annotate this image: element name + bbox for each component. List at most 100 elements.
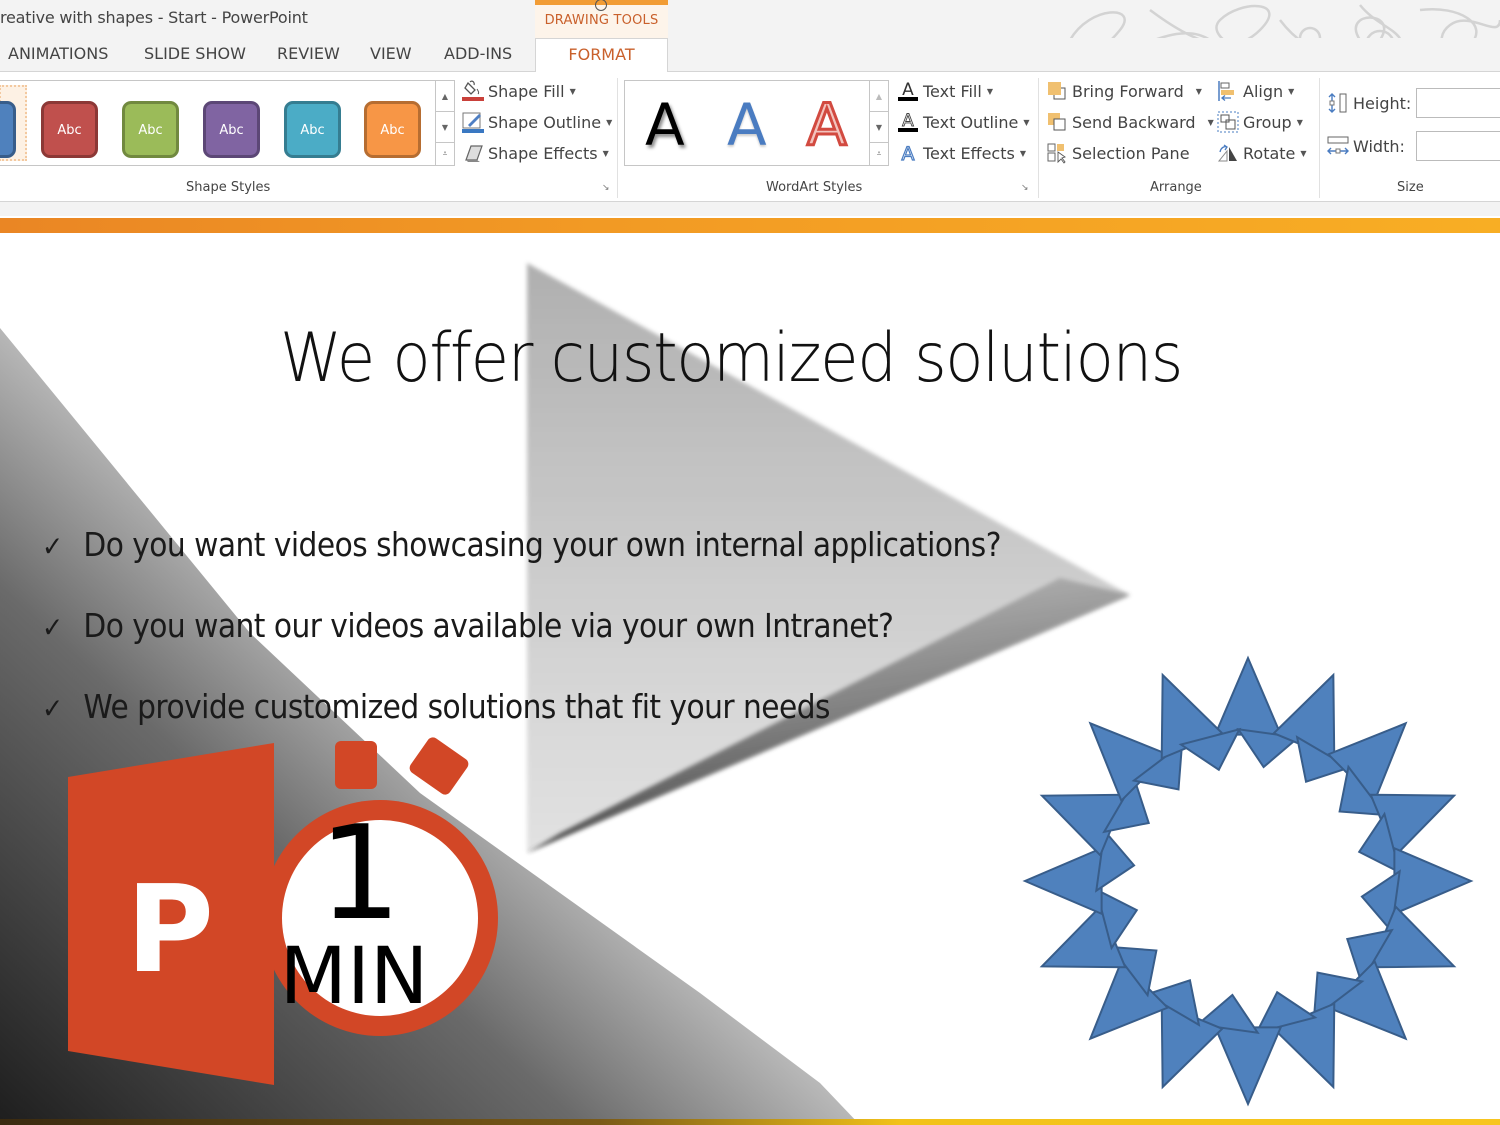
wordart-style-red-outline[interactable]: A (806, 90, 849, 161)
tab-add-ins[interactable]: ADD-INS (444, 44, 512, 63)
wordart-style-blue[interactable]: A (727, 91, 767, 159)
gallery-scroll-down-button[interactable]: ▼ (436, 112, 454, 143)
gallery-scroll-up-button[interactable]: ▲ (870, 81, 888, 112)
shape-effects-button[interactable]: Shape Effects ▼ (462, 140, 609, 166)
checkmark-icon: ✓ (42, 692, 63, 725)
shape-fill-button[interactable]: Shape Fill ▼ (462, 78, 576, 104)
tab-format[interactable]: FORMAT (535, 38, 668, 73)
send-backward-button[interactable]: Send Backward ▼ (1046, 109, 1214, 135)
group-separator (1038, 78, 1039, 198)
tab-slide-show[interactable]: SLIDE SHOW (144, 44, 246, 63)
width-field-label: Width: (1327, 133, 1405, 159)
width-label: Width: (1353, 136, 1405, 156)
text-outline-button[interactable]: A Text Outline ▼ (897, 109, 1029, 135)
bring-forward-icon (1046, 80, 1068, 102)
width-input[interactable] (1416, 131, 1500, 161)
selection-pane-icon (1046, 142, 1068, 164)
text-effects-button[interactable]: A Text Effects ▼ (897, 140, 1026, 166)
width-icon (1327, 135, 1349, 157)
style-swatch-red[interactable]: Abc (41, 101, 98, 158)
tab-view[interactable]: VIEW (370, 44, 412, 63)
style-swatch-blue[interactable]: c (0, 101, 16, 158)
svg-text:A: A (902, 143, 915, 164)
rotate-icon (1217, 142, 1239, 164)
ribbon-divider (0, 202, 1500, 216)
chevron-down-icon: ▼ (1288, 86, 1295, 96)
shape-outline-button[interactable]: Shape Outline ▼ (462, 109, 612, 135)
bullet-item[interactable]: ✓ Do you want our videos available via yo… (42, 606, 894, 645)
sun-ray-outer (1213, 655, 1283, 736)
align-icon (1217, 80, 1239, 102)
drawing-tools-context-header: DRAWING TOOLS (535, 0, 668, 38)
height-field-label: Height: (1327, 90, 1411, 116)
sun-ray-outer (1326, 721, 1408, 803)
dialog-launcher-icon[interactable]: ↘ (1021, 183, 1031, 193)
rotate-button[interactable]: Rotate ▼ (1217, 140, 1307, 166)
send-backward-label: Send Backward (1072, 112, 1196, 132)
bullet-item[interactable]: ✓ We provide customized solutions that fi… (42, 687, 830, 726)
rotate-label: Rotate (1243, 143, 1296, 163)
shape-styles-group-label: Shape Styles (186, 180, 271, 195)
bullet-item[interactable]: ✓ Do you want videos showcasing your own … (42, 525, 1001, 564)
stopwatch-crown (335, 741, 377, 789)
group-button[interactable]: Group ▼ (1217, 109, 1303, 135)
dialog-launcher-icon[interactable]: ↘ (602, 183, 612, 193)
style-swatch-purple[interactable]: Abc (203, 101, 260, 158)
bring-forward-label: Bring Forward (1072, 81, 1184, 101)
chevron-down-icon: ▼ (1207, 117, 1214, 127)
sun-ray-outer (1022, 846, 1103, 916)
wordart-style-black[interactable]: A (645, 91, 685, 159)
bullet-text: Do you want videos showcasing your own i… (83, 525, 1001, 564)
checkmark-icon: ✓ (42, 611, 63, 644)
drawing-tools-label: DRAWING TOOLS (544, 13, 659, 28)
ribbon-tabs: ANIMATIONS SLIDE SHOW REVIEW VIEW ADD-IN… (0, 38, 1500, 73)
chevron-down-icon: ▼ (569, 86, 576, 96)
sun-ray-outer (1088, 721, 1170, 803)
powerpoint-one-minute-logo: 1 MIN P (68, 737, 498, 1085)
powerpoint-letter: P (126, 861, 214, 1000)
chevron-down-icon: ▼ (986, 86, 993, 96)
text-effects-icon: A (897, 142, 919, 165)
selection-pane-button[interactable]: Selection Pane (1046, 140, 1190, 166)
send-backward-icon (1046, 111, 1068, 133)
slide-title[interactable]: We offer customized solutions (280, 319, 1183, 398)
align-label: Align (1243, 81, 1284, 101)
gallery-more-button[interactable]: ⩡ (870, 143, 888, 165)
align-button[interactable]: Align ▼ (1217, 78, 1294, 104)
text-fill-button[interactable]: A Text Fill ▼ (897, 78, 993, 104)
style-swatch-aqua[interactable]: Abc (284, 101, 341, 158)
height-icon (1327, 92, 1349, 114)
shape-effects-label: Shape Effects (488, 143, 598, 163)
gallery-scroll-up-button[interactable]: ▲ (436, 81, 454, 112)
gallery-scroll-down-button[interactable]: ▼ (870, 112, 888, 143)
pencil-outline-icon (462, 111, 484, 133)
arrange-group-label: Arrange (1150, 180, 1202, 195)
bring-forward-button[interactable]: Bring Forward ▼ (1046, 78, 1202, 104)
sun-ray-outer (1088, 959, 1170, 1041)
height-input[interactable] (1416, 88, 1500, 118)
tab-animations[interactable]: ANIMATIONS (8, 44, 108, 63)
style-swatch-orange[interactable]: Abc (364, 101, 421, 158)
group-label: Group (1243, 112, 1292, 132)
sun-burst-shape[interactable] (1010, 643, 1490, 1113)
sun-rays (1022, 655, 1474, 1107)
title-bar: reative with shapes - Start - PowerPoint… (0, 0, 1500, 72)
text-outline-icon: A (897, 111, 919, 133)
window-title: reative with shapes - Start - PowerPoint (0, 8, 308, 27)
sun-ray-outer (1393, 846, 1474, 916)
height-label: Height: (1353, 93, 1412, 113)
style-swatch-green[interactable]: Abc (122, 101, 179, 158)
gallery-more-button[interactable]: ⩡ (436, 143, 454, 165)
chevron-down-icon: ▼ (1300, 148, 1307, 158)
text-outline-label: Text Outline (923, 112, 1019, 132)
chevron-down-icon: ▼ (1296, 117, 1303, 127)
size-group-label: Size (1397, 180, 1424, 195)
chevron-down-icon: ▼ (606, 117, 613, 127)
stopwatch-button (409, 737, 469, 795)
text-fill-label: Text Fill (923, 81, 982, 101)
sun-ray-outer (1213, 1026, 1283, 1107)
slide-canvas[interactable]: We offer customized solutions ✓ Do you wa… (0, 233, 1500, 1125)
checkmark-icon: ✓ (42, 530, 63, 563)
tab-review[interactable]: REVIEW (277, 44, 340, 63)
wordart-scrollbar: ▲ ▼ ⩡ (869, 81, 888, 165)
